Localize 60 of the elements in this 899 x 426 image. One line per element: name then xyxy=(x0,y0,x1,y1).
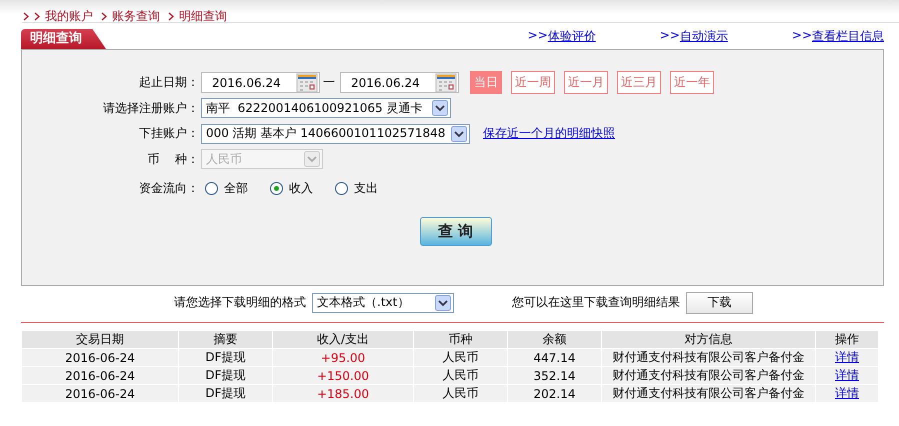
column-header: 余额 xyxy=(508,331,601,348)
column-header: 交易日期 xyxy=(22,331,178,348)
table-cell: 2016-06-24 xyxy=(22,367,178,384)
snapshot-link[interactable]: 保存近一个月的明细快照 xyxy=(483,125,615,142)
calendar-icon[interactable] xyxy=(296,72,318,93)
header-link[interactable]: 自动演示 xyxy=(680,28,728,45)
field-label: 起止日期： xyxy=(138,74,199,92)
date-field[interactable]: 2016.06.24 xyxy=(201,72,320,94)
radio-button[interactable] xyxy=(335,182,348,194)
link-prefix: >> xyxy=(528,28,548,44)
query-button[interactable]: 查 询 xyxy=(420,217,492,246)
date-separator: 一 xyxy=(323,74,335,92)
table-cell: 财付通支付科技有限公司客户备付金 xyxy=(602,349,815,366)
link-prefix: >> xyxy=(792,28,812,44)
radio-label: 全部 xyxy=(224,180,248,196)
table-cell: +150.00 xyxy=(273,367,413,384)
table-cell: 352.14 xyxy=(508,367,601,384)
column-header: 收入/支出 xyxy=(273,331,413,348)
date-field[interactable]: 2016.06.24 xyxy=(340,72,459,94)
radio-label: 收入 xyxy=(289,180,313,196)
table-cell: +185.00 xyxy=(273,385,413,402)
column-header: 操作 xyxy=(816,331,878,348)
download-button[interactable]: 下载 xyxy=(686,292,753,314)
table-cell: 202.14 xyxy=(508,385,601,402)
radio-label: 支出 xyxy=(354,180,378,196)
table-cell: +95.00 xyxy=(273,349,413,366)
table-cell: 人民币 xyxy=(414,367,507,384)
table-cell: DF提现 xyxy=(179,349,272,366)
header-link[interactable]: 查看栏目信息 xyxy=(812,28,884,45)
table-cell: DF提现 xyxy=(179,385,272,402)
breadcrumb-link[interactable]: 明细查询 xyxy=(179,8,227,24)
table-cell: 财付通支付科技有限公司客户备付金 xyxy=(602,385,815,402)
breadcrumb-link[interactable]: 我的账户 xyxy=(45,8,93,24)
column-header: 摘要 xyxy=(179,331,272,348)
calendar-icon[interactable] xyxy=(435,72,457,93)
field-label: 请选择注册账户： xyxy=(102,100,199,117)
table-cell: 人民币 xyxy=(414,349,507,366)
field-label: 资金流向： xyxy=(138,180,199,196)
table-cell: 人民币 xyxy=(414,385,507,402)
select-field[interactable]: 南平 6222001406100921065 灵通卡 xyxy=(201,98,451,118)
link-prefix: >> xyxy=(660,28,680,44)
radio-button[interactable] xyxy=(270,182,283,194)
table-cell: 2016-06-24 xyxy=(22,385,178,402)
table-cell: 财付通支付科技有限公司客户备付金 xyxy=(602,367,815,384)
format-label: 请您选择下载明细的格式 xyxy=(174,294,306,311)
select-field[interactable]: 文本格式（.txt） xyxy=(312,292,454,312)
breadcrumb-link[interactable]: 账务查询 xyxy=(112,8,160,24)
chevron-icon xyxy=(168,12,174,20)
radio-button[interactable] xyxy=(205,182,218,194)
column-header: 币种 xyxy=(414,331,507,348)
field-label: 下挂账户： xyxy=(138,125,199,142)
table-cell: 447.14 xyxy=(508,349,601,366)
chevron-icon xyxy=(101,12,107,20)
select-field[interactable]: 000 活期 基本户 1406600101102571848 xyxy=(201,124,470,144)
table-cell: DF提现 xyxy=(179,367,272,384)
column-header: 对方信息 xyxy=(602,331,815,348)
field-label: 币 种： xyxy=(146,150,199,168)
download-hint: 您可以在这里下载查询明细结果 xyxy=(512,294,680,311)
header-link[interactable]: 体验评价 xyxy=(548,28,596,45)
table-cell: 2016-06-24 xyxy=(22,349,178,366)
